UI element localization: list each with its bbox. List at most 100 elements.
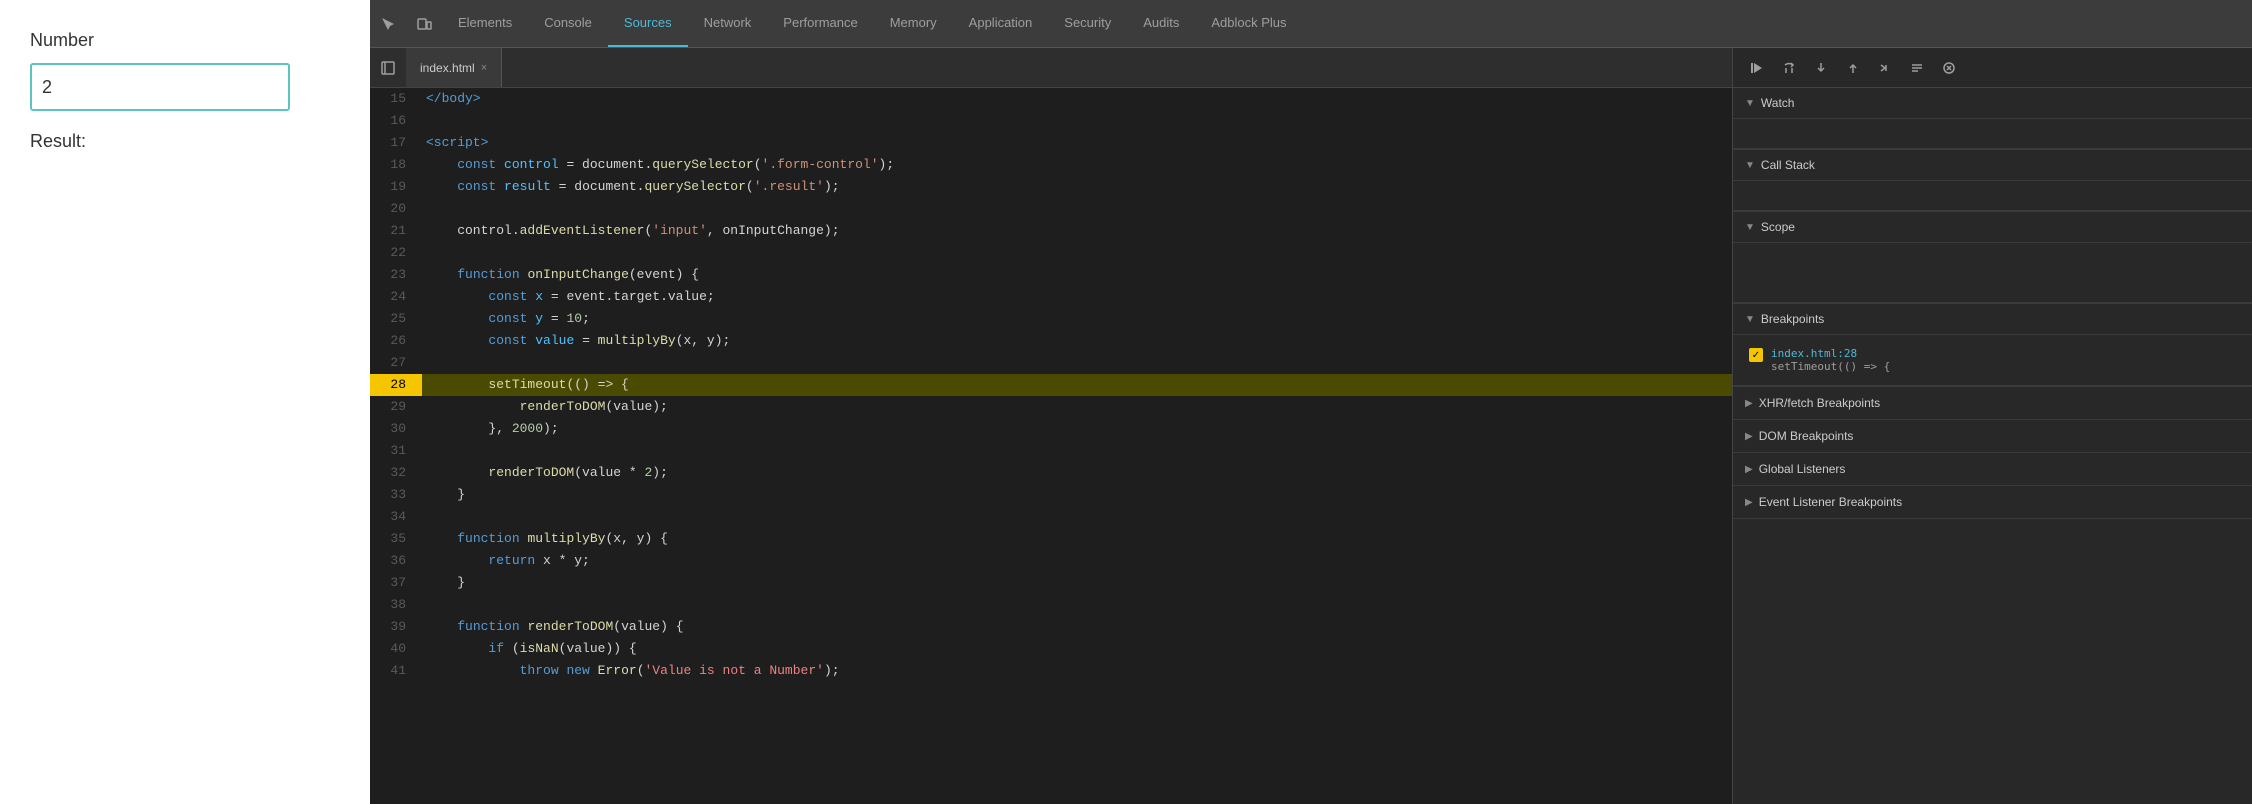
watch-content [1733,119,2252,149]
tab-performance[interactable]: Performance [767,0,873,47]
xhr-section: ▶ XHR/fetch Breakpoints [1733,387,2252,420]
devtools-main: index.html × 15 </body> 16 17 [370,48,2252,804]
file-tree-icon[interactable] [370,48,406,88]
step-into-btn[interactable] [1807,54,1835,82]
code-line-16: 16 [370,110,1732,132]
scope-section: ▼ Scope [1733,212,2252,304]
code-line-19: 19 const result = document.querySelector… [370,176,1732,198]
breakpoints-label: Breakpoints [1761,312,1824,326]
scope-arrow: ▼ [1745,222,1755,233]
deactivate-bp-btn[interactable] [1903,54,1931,82]
file-tabs-bar: index.html × [370,48,1732,88]
code-line-20: 20 [370,198,1732,220]
event-listener-bp-header[interactable]: ▶ Event Listener Breakpoints [1733,486,2252,518]
code-line-27: 27 [370,352,1732,374]
code-line-38: 38 [370,594,1732,616]
scope-label: Scope [1761,220,1795,234]
tab-sources[interactable]: Sources [608,0,688,47]
call-stack-arrow: ▼ [1745,160,1755,171]
breakpoint-filename: index.html:28 [1771,347,1890,360]
step-out-btn[interactable] [1839,54,1867,82]
code-line-21: 21 control.addEventListener('input', onI… [370,220,1732,242]
file-tab-close[interactable]: × [481,62,487,74]
tab-elements[interactable]: Elements [442,0,528,47]
file-tab-index[interactable]: index.html × [406,48,502,87]
resume-btn[interactable] [1743,54,1771,82]
breakpoint-checkbox[interactable] [1749,348,1763,362]
global-listeners-arrow: ▶ [1745,464,1753,475]
devtools-tab-bar: Elements Console Sources Network Perform… [370,0,2252,48]
code-line-24: 24 const x = event.target.value; [370,286,1732,308]
debugger-toolbar [1733,48,2252,88]
code-line-39: 39 function renderToDOM(value) { [370,616,1732,638]
code-panel: index.html × 15 </body> 16 17 [370,48,1732,804]
watch-arrow: ▼ [1745,98,1755,109]
call-stack-label: Call Stack [1761,158,1815,172]
code-line-34: 34 [370,506,1732,528]
breakpoints-header[interactable]: ▼ Breakpoints [1733,304,2252,335]
pause-exceptions-btn[interactable] [1935,54,1963,82]
file-tab-name: index.html [420,61,475,75]
step-over-btn[interactable] [1775,54,1803,82]
xhr-arrow: ▶ [1745,398,1753,409]
code-line-32: 32 renderToDOM(value * 2); [370,462,1732,484]
tab-memory[interactable]: Memory [874,0,953,47]
code-line-40: 40 if (isNaN(value)) { [370,638,1732,660]
code-line-41: 41 throw new Error('Value is not a Numbe… [370,660,1732,682]
right-sections: ▼ Watch ▼ Call Stack ▼ [1733,88,2252,804]
code-line-18: 18 const control = document.querySelecto… [370,154,1732,176]
event-listener-bp-label: Event Listener Breakpoints [1759,495,1902,509]
tab-console[interactable]: Console [528,0,608,47]
call-stack-content [1733,181,2252,211]
code-line-31: 31 [370,440,1732,462]
dom-bp-header[interactable]: ▶ DOM Breakpoints [1733,420,2252,452]
breakpoints-arrow: ▼ [1745,314,1755,325]
code-line-30: 30 }, 2000); [370,418,1732,440]
code-line-33: 33 } [370,484,1732,506]
breakpoint-info: index.html:28 setTimeout(() => { [1771,347,1890,373]
global-listeners-header[interactable]: ▶ Global Listeners [1733,453,2252,485]
result-label: Result: [30,131,340,152]
watch-header[interactable]: ▼ Watch [1733,88,2252,119]
scope-header[interactable]: ▼ Scope [1733,212,2252,243]
number-label: Number [30,30,340,51]
cursor-icon[interactable] [370,0,406,48]
code-line-37: 37 } [370,572,1732,594]
tab-network[interactable]: Network [688,0,768,47]
device-icon[interactable] [406,0,442,48]
code-line-23: 23 function onInputChange(event) { [370,264,1732,286]
tab-audits[interactable]: Audits [1127,0,1195,47]
code-line-22: 22 [370,242,1732,264]
code-line-17: 17 <script> [370,132,1732,154]
dom-bp-label: DOM Breakpoints [1759,429,1854,443]
breakpoint-item-28: index.html:28 setTimeout(() => { [1749,343,2236,377]
dom-bp-section: ▶ DOM Breakpoints [1733,420,2252,453]
code-line-28: 28 setTimeout(() => { [370,374,1732,396]
breakpoints-content: index.html:28 setTimeout(() => { [1733,335,2252,386]
code-line-29: 29 renderToDOM(value); [370,396,1732,418]
code-area[interactable]: 15 </body> 16 17 <script> 18 const contr… [370,88,1732,804]
tab-application[interactable]: Application [953,0,1049,47]
code-line-15: 15 </body> [370,88,1732,110]
devtools-panel: Elements Console Sources Network Perform… [370,0,2252,804]
xhr-header[interactable]: ▶ XHR/fetch Breakpoints [1733,387,2252,419]
step-btn[interactable] [1871,54,1899,82]
number-input[interactable] [30,63,290,111]
call-stack-header[interactable]: ▼ Call Stack [1733,150,2252,181]
tab-adblock[interactable]: Adblock Plus [1195,0,1302,47]
call-stack-section: ▼ Call Stack [1733,150,2252,212]
watch-label: Watch [1761,96,1795,110]
code-line-26: 26 const value = multiplyBy(x, y); [370,330,1732,352]
event-listener-bp-section: ▶ Event Listener Breakpoints [1733,486,2252,519]
scope-content [1733,243,2252,303]
tab-security[interactable]: Security [1048,0,1127,47]
watch-section: ▼ Watch [1733,88,2252,150]
breakpoint-code: setTimeout(() => { [1771,360,1890,373]
dom-bp-arrow: ▶ [1745,431,1753,442]
global-listeners-section: ▶ Global Listeners [1733,453,2252,486]
xhr-label: XHR/fetch Breakpoints [1759,396,1880,410]
breakpoints-section: ▼ Breakpoints index.html:28 setTimeout((… [1733,304,2252,387]
right-panel: ▼ Watch ▼ Call Stack ▼ [1732,48,2252,804]
code-line-35: 35 function multiplyBy(x, y) { [370,528,1732,550]
event-listener-bp-arrow: ▶ [1745,497,1753,508]
